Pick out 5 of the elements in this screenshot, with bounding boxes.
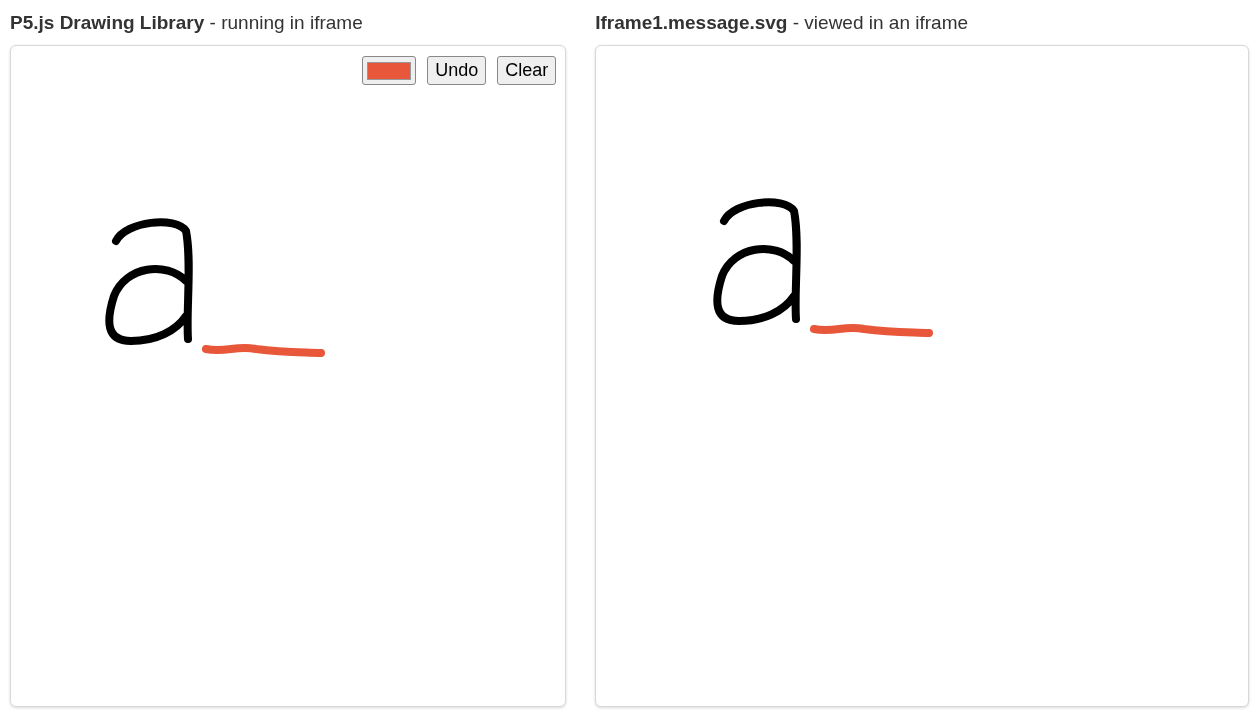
color-picker[interactable] <box>362 56 417 85</box>
toolbar-button[interactable]: Clear <box>497 56 557 85</box>
panel-heading: Iframe1.message.svg - viewed in an iframe <box>595 11 969 36</box>
toolbar-button[interactable]: Undo <box>427 56 487 85</box>
panel-heading: P5.js Drawing Library - running in iframe <box>10 11 363 36</box>
